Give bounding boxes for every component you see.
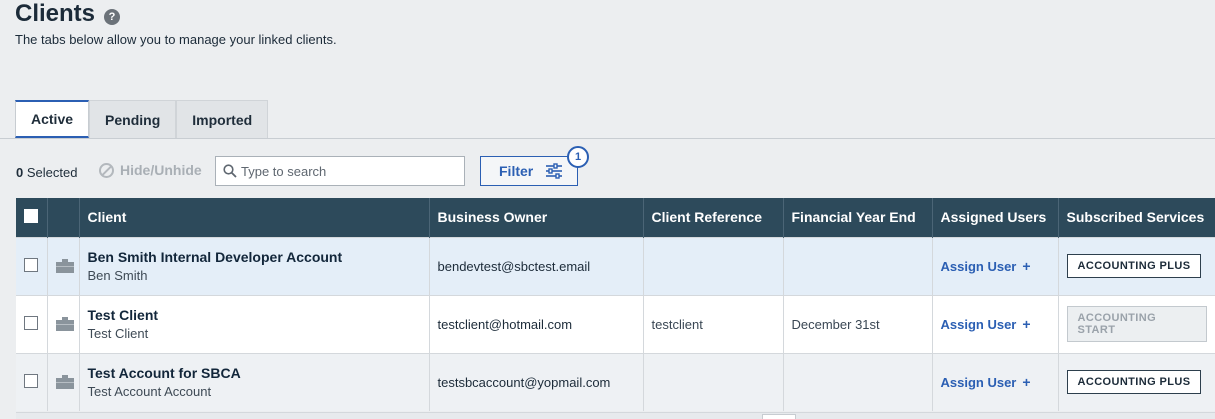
client-reference: testclient [651, 316, 703, 332]
hide-unhide-button[interactable]: Hide/Unhide [99, 162, 202, 178]
owner-email: testclient@hotmail.com [437, 316, 573, 332]
client-reference-cell [643, 236, 784, 295]
client-name-link[interactable]: Test Account for SBCA [88, 365, 421, 381]
client-tabs: Active Pending Imported [15, 100, 269, 138]
tab-pending[interactable]: Pending [89, 100, 177, 138]
service-badge: ACCOUNTING PLUS [1066, 370, 1202, 395]
subscribed-services-cell: ACCOUNTING PLUS [1058, 236, 1215, 295]
select-all-cell [16, 198, 48, 237]
business-owner-cell: testsbcaccount@yopmail.com [429, 352, 644, 411]
table-header-row: Client Business Owner Client Reference F… [16, 198, 1215, 237]
financial-year-end-cell: December 31st [783, 294, 933, 353]
assign-user-link[interactable]: Assign User + [941, 374, 1031, 390]
subscribed-services-cell: ACCOUNTING START [1058, 294, 1215, 353]
filter-label: Filter [499, 163, 534, 179]
tab-imported[interactable]: Imported [176, 100, 269, 138]
assigned-users-cell: Assign User + [932, 352, 1059, 411]
ban-icon [99, 162, 114, 178]
plus-icon: + [1022, 374, 1031, 391]
plus-icon: + [1022, 258, 1031, 274]
client-contact-name: Ben Smith [87, 268, 148, 283]
client-cell: Ben Smith Internal Developer Account Ben… [79, 236, 430, 295]
assign-user-label: Assign User [940, 316, 1017, 332]
assign-user-label: Assign User [940, 258, 1017, 274]
business-owner-cell: testclient@hotmail.com [429, 294, 644, 353]
page-title: Clients ? [15, 0, 121, 28]
business-owner-cell: bendevtest@sbctest.email [429, 236, 644, 295]
filter-count-badge: 1 [567, 146, 589, 168]
subscribed-services-cell: ACCOUNTING PLUS [1058, 352, 1215, 411]
column-header-subscribed-services[interactable]: Subscribed Services [1058, 198, 1215, 237]
filter-button[interactable]: Filter [480, 156, 578, 186]
column-header-business-owner[interactable]: Business Owner [429, 198, 644, 237]
table-row[interactable]: Test Client Test Client testclient@hotma… [16, 294, 1215, 353]
column-header-financial-year-end[interactable]: Financial Year End [783, 198, 933, 237]
client-cell: Test Client Test Client [79, 294, 430, 353]
sliders-icon [546, 163, 563, 179]
selected-count-label: Selected [26, 165, 78, 180]
row-select-cell [16, 352, 48, 411]
owner-email: bendevtest@sbctest.email [437, 258, 591, 274]
client-cell: Test Account for SBCA Test Account Accou… [79, 352, 430, 411]
search-icon [223, 164, 237, 178]
financial-year-end: December 31st [791, 316, 880, 332]
assigned-users-cell: Assign User + [932, 236, 1059, 295]
row-icon-cell [47, 352, 80, 411]
table-footer [16, 412, 1215, 419]
client-reference-cell [643, 352, 784, 411]
column-header-assigned-users[interactable]: Assigned Users [932, 198, 1059, 237]
client-name-link[interactable]: Test Client [88, 307, 421, 323]
table-row[interactable]: Test Account for SBCA Test Account Accou… [16, 352, 1215, 411]
row-checkbox[interactable] [24, 373, 38, 388]
column-header-client-reference[interactable]: Client Reference [643, 198, 784, 237]
financial-year-end-cell [783, 236, 933, 295]
table-row[interactable]: Ben Smith Internal Developer Account Ben… [16, 236, 1215, 295]
selected-count: 0 Selected [16, 165, 77, 180]
plus-icon: + [1022, 316, 1031, 332]
client-name-link[interactable]: Ben Smith Internal Developer Account [88, 249, 421, 265]
tab-active[interactable]: Active [15, 100, 90, 138]
selected-count-number: 0 [16, 165, 24, 180]
icon-column-header [47, 198, 80, 237]
search-box [215, 156, 465, 186]
page-title-text: Clients [15, 0, 96, 27]
toolbar: 0 Selected Hide/Unhide Filter 1 [16, 146, 1215, 186]
assign-user-label: Assign User [940, 374, 1017, 390]
row-select-cell [16, 294, 48, 353]
client-reference-cell: testclient [643, 294, 784, 353]
service-badge: ACCOUNTING START [1066, 306, 1207, 342]
financial-year-end-cell [783, 352, 933, 411]
assign-user-link[interactable]: Assign User + [941, 316, 1031, 332]
client-contact-name: Test Account Account [87, 384, 212, 400]
help-icon[interactable]: ? [104, 9, 121, 25]
owner-email: testsbcaccount@yopmail.com [437, 374, 611, 390]
clients-table: Client Business Owner Client Reference F… [16, 198, 1215, 411]
briefcase-icon [55, 259, 74, 273]
briefcase-icon [55, 317, 74, 331]
tab-divider [0, 138, 1215, 139]
column-header-client[interactable]: Client [79, 198, 430, 237]
client-contact-name: Test Client [87, 326, 149, 341]
search-input[interactable] [241, 163, 441, 179]
row-checkbox[interactable] [24, 315, 38, 330]
row-checkbox[interactable] [24, 257, 38, 272]
hide-unhide-label: Hide/Unhide [120, 162, 202, 178]
row-select-cell [16, 236, 48, 295]
page-subtitle: The tabs below allow you to manage your … [15, 32, 337, 47]
briefcase-icon [55, 375, 74, 390]
service-badge: ACCOUNTING PLUS [1066, 254, 1202, 278]
assigned-users-cell: Assign User + [932, 294, 1059, 353]
select-all-checkbox[interactable] [24, 208, 38, 223]
row-icon-cell [47, 294, 80, 353]
assign-user-link[interactable]: Assign User + [941, 258, 1031, 274]
row-icon-cell [47, 236, 80, 295]
pagination-control[interactable] [762, 414, 796, 419]
